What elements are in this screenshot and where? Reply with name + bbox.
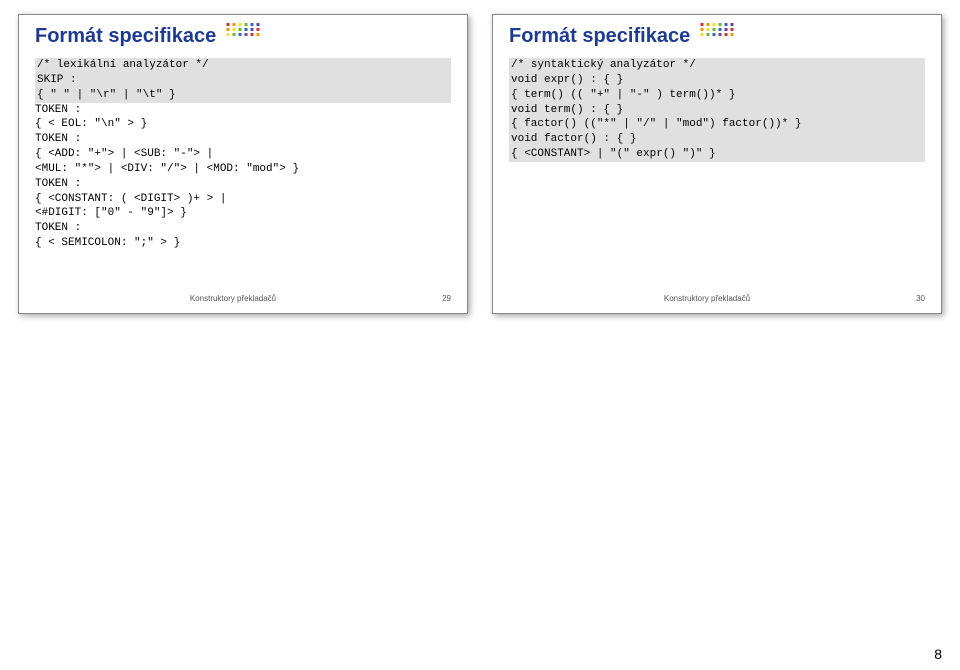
code-line: SKIP : — [35, 73, 451, 88]
code-block-right: /* syntaktický analyzátor */ void expr()… — [509, 58, 925, 162]
code-line: { <CONSTANT> | "(" expr() ")" } — [509, 147, 925, 162]
slide-decoration — [701, 23, 734, 36]
slide-footer: Konstruktory překladačů 30 — [493, 294, 941, 303]
code-block-left: /* lexikální analyzátor */ SKIP : { " " … — [35, 58, 451, 251]
footer-number: 30 — [905, 294, 925, 303]
slides-row: Formát specifikace /* lexikální analyzát… — [0, 0, 960, 314]
code-line: <MUL: "*"> | <DIV: "/"> | <MOD: "mod"> } — [35, 162, 451, 177]
code-line: void factor() : { } — [509, 132, 925, 147]
code-line: { < EOL: "\n" > } — [35, 117, 451, 132]
code-line: void term() : { } — [509, 103, 925, 118]
code-line: /* lexikální analyzátor */ — [35, 58, 451, 73]
code-line: { " " | "\r" | "\t" } — [35, 88, 451, 103]
code-line: TOKEN : — [35, 177, 451, 192]
page: Formát specifikace /* lexikální analyzát… — [0, 0, 960, 670]
footer-label: Konstruktory překladačů — [509, 294, 905, 303]
code-line: TOKEN : — [35, 103, 451, 118]
code-line: { <ADD: "+"> | <SUB: "-"> | — [35, 147, 451, 162]
page-number: 8 — [934, 646, 942, 662]
slide-decoration — [227, 23, 260, 36]
slide-left: Formát specifikace /* lexikální analyzát… — [18, 14, 468, 314]
slide-footer: Konstruktory překladačů 29 — [19, 294, 467, 303]
code-line: /* syntaktický analyzátor */ — [509, 58, 925, 73]
code-line: void expr() : { } — [509, 73, 925, 88]
code-line: { <CONSTANT: ( <DIGIT> )+ > | — [35, 192, 451, 207]
footer-number: 29 — [431, 294, 451, 303]
footer-label: Konstruktory překladačů — [35, 294, 431, 303]
code-line: TOKEN : — [35, 221, 451, 236]
slide-right: Formát specifikace /* syntaktický analyz… — [492, 14, 942, 314]
code-line: <#DIGIT: ["0" - "9"]> } — [35, 206, 451, 221]
code-line: { < SEMICOLON: ";" > } — [35, 236, 451, 251]
code-line: { factor() (("*" | "/" | "mod") factor()… — [509, 117, 925, 132]
code-line: TOKEN : — [35, 132, 451, 147]
code-line: { term() (( "+" | "-" ) term())* } — [509, 88, 925, 103]
